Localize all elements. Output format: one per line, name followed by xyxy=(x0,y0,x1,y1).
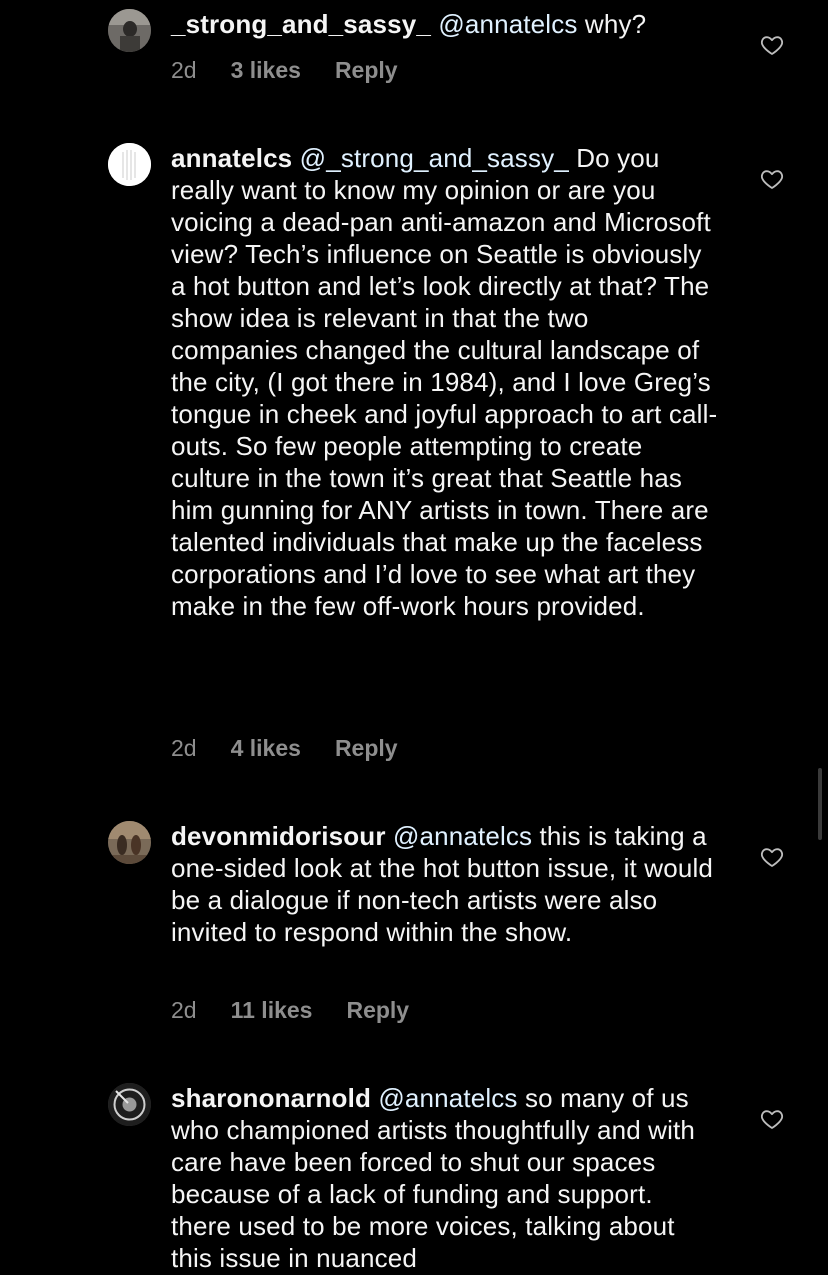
comment-text: annatelcs @_strong_and_sassy_ Do you rea… xyxy=(171,142,719,622)
avatar[interactable] xyxy=(108,1083,151,1126)
comment-likes[interactable]: 11 likes xyxy=(231,997,313,1024)
avatar-image xyxy=(108,1083,151,1126)
reply-button[interactable]: Reply xyxy=(335,735,398,762)
comment-meta: 2d 3 likes Reply xyxy=(171,57,398,84)
comment-time: 2d xyxy=(171,57,197,83)
comment-mention[interactable]: @annatelcs xyxy=(378,1083,517,1113)
comment-likes[interactable]: 3 likes xyxy=(231,57,301,84)
avatar-image xyxy=(108,143,151,186)
heart-icon[interactable] xyxy=(760,845,784,869)
avatar[interactable] xyxy=(108,821,151,864)
comment-text: devonmidorisour @annatelcs this is takin… xyxy=(171,820,719,948)
reply-button[interactable]: Reply xyxy=(335,57,398,84)
avatar-image xyxy=(108,9,151,52)
reply-button[interactable]: Reply xyxy=(346,997,409,1024)
comment-time: 2d xyxy=(171,997,197,1023)
comment-username[interactable]: annatelcs xyxy=(171,143,292,173)
comment-username[interactable]: _strong_and_sassy_ xyxy=(171,9,431,39)
avatar-image xyxy=(108,821,151,864)
comment-body: Do you really want to know my opinion or… xyxy=(171,143,718,621)
heart-icon[interactable] xyxy=(760,167,784,191)
comment-likes[interactable]: 4 likes xyxy=(231,735,301,762)
comment-username[interactable]: sharononarnold xyxy=(171,1083,371,1113)
comment-mention[interactable]: @annatelcs xyxy=(393,821,532,851)
scrollbar[interactable] xyxy=(818,768,822,840)
comment-body: why? xyxy=(577,9,647,39)
heart-icon[interactable] xyxy=(760,1107,784,1131)
comment-item: _strong_and_sassy_ @annatelcs why? 2d 3 … xyxy=(0,0,828,110)
comment-mention[interactable]: @annatelcs xyxy=(438,9,577,39)
comment-meta: 2d 11 likes Reply xyxy=(171,997,409,1024)
comment-username[interactable]: devonmidorisour xyxy=(171,821,386,851)
comment-mention[interactable]: @_strong_and_sassy_ xyxy=(300,143,569,173)
avatar[interactable] xyxy=(108,9,151,52)
comment-text: _strong_and_sassy_ @annatelcs why? xyxy=(171,8,719,40)
heart-icon[interactable] xyxy=(760,33,784,57)
comment-time: 2d xyxy=(171,735,197,761)
comment-meta: 2d 4 likes Reply xyxy=(171,735,398,762)
comment-text: sharononarnold @annatelcs so many of us … xyxy=(171,1082,719,1274)
avatar[interactable] xyxy=(108,143,151,186)
